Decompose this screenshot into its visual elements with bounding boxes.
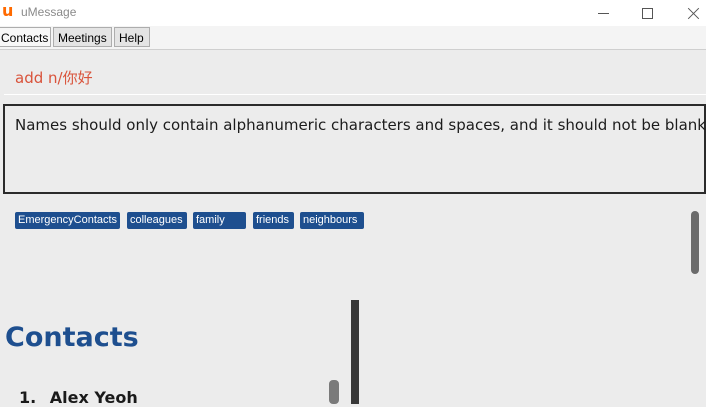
menu-help[interactable]: Help: [114, 27, 150, 47]
contact-index: 1.: [19, 388, 37, 407]
tag-emergencycontacts: EmergencyContacts: [15, 212, 120, 229]
tag-friends: friends: [253, 212, 294, 229]
result-message: Names should only contain alphanumeric c…: [15, 116, 706, 134]
app-logo-icon: u: [2, 1, 14, 20]
contact-name: Alex Yeoh: [49, 388, 138, 407]
close-icon: [687, 7, 700, 20]
result-display: Names should only contain alphanumeric c…: [3, 104, 706, 194]
tag-colleagues: colleagues: [127, 212, 187, 229]
minimize-icon: [597, 12, 609, 14]
contacts-title: Contacts: [5, 322, 139, 353]
menu-contacts[interactable]: Contacts: [0, 27, 51, 47]
maximize-icon: [641, 7, 653, 19]
tag-neighbours: neighbours: [300, 212, 364, 229]
minimize-button[interactable]: [580, 0, 626, 26]
contact-list-item[interactable]: 1. Alex Yeoh: [19, 388, 138, 407]
contact-list-scrollbar[interactable]: [329, 380, 339, 404]
tags-scrollbar[interactable]: [691, 211, 699, 274]
command-divider: [4, 94, 706, 95]
title-bar: u uMessage: [0, 0, 706, 27]
window-title: uMessage: [21, 5, 77, 19]
menu-bar: Contacts Meetings Help: [0, 26, 706, 50]
menu-meetings[interactable]: Meetings: [53, 27, 112, 47]
command-input[interactable]: add n/你好: [15, 67, 93, 88]
command-box[interactable]: add n/你好: [0, 50, 706, 95]
tag-family: family: [193, 212, 246, 229]
maximize-button[interactable]: [624, 0, 670, 26]
close-button[interactable]: [670, 0, 706, 26]
pane-divider[interactable]: [351, 300, 359, 404]
